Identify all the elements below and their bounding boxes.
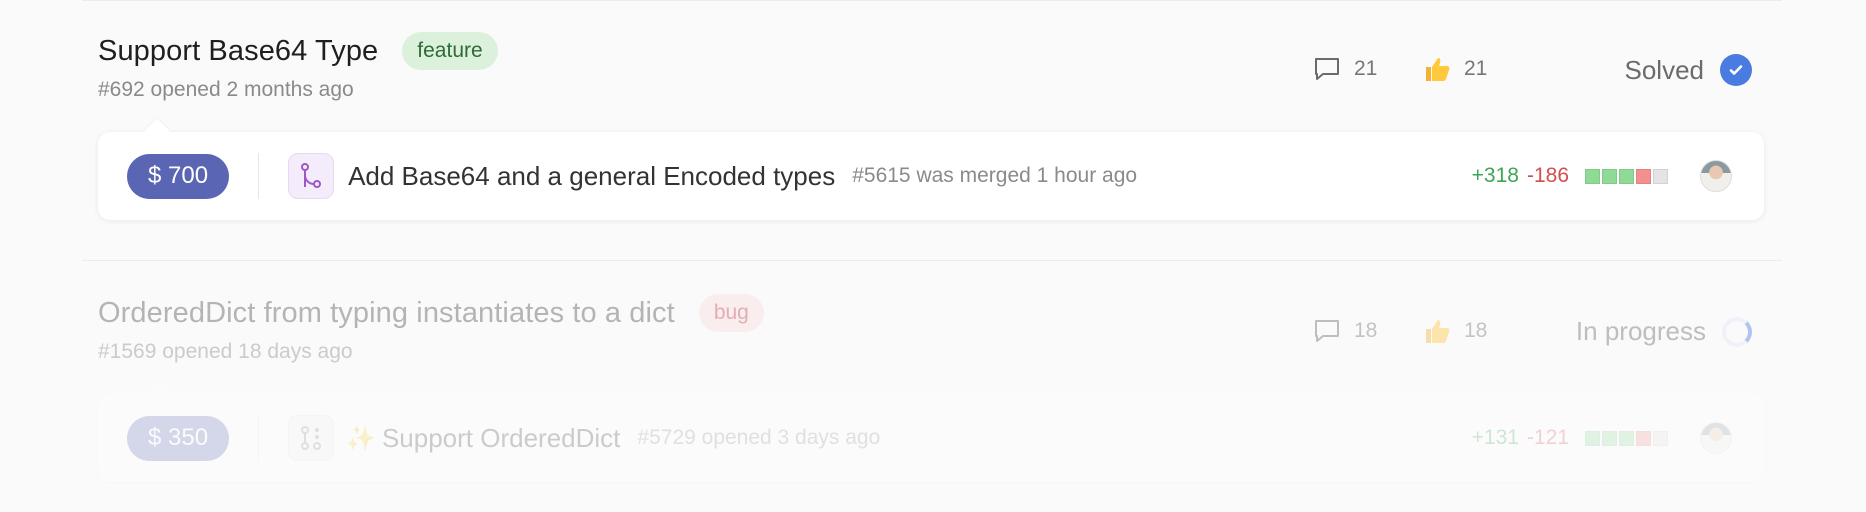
diff-bar [1585,430,1670,446]
deletions-count: -186 [1526,164,1569,187]
speech-bubble-icon [1312,54,1342,84]
status-badge: Solved [1624,54,1752,86]
pull-request-card[interactable]: $ 350 ✨ Support OrderedDict #5729 opened… [98,394,1764,482]
comments-value: 21 [1354,57,1378,80]
vertical-divider [258,415,260,461]
issue-meta: #1569 opened 18 days ago [98,340,353,363]
status-badge: In progress [1576,316,1752,347]
bounty-badge: $ 350 [127,415,230,461]
git-pull-request-icon [288,415,335,461]
issue-title[interactable]: Support Base64 Type [98,35,378,68]
status-text: In progress [1575,316,1706,346]
diff-block-added [1619,168,1634,184]
additions-count: +318 [1471,164,1519,187]
diff-bar [1585,168,1670,184]
speech-bubble-icon [1312,316,1342,346]
additions-count: +131 [1471,426,1519,449]
check-circle-icon [1720,54,1752,86]
reactions-count[interactable]: 18 [1422,316,1487,346]
bounty-badge: $ 700 [127,153,230,199]
reactions-value: 21 [1464,57,1488,80]
comments-count[interactable]: 18 [1312,316,1377,346]
author-avatar[interactable] [1700,422,1732,454]
diff-block-added [1585,430,1600,446]
diff-block-added [1602,430,1617,446]
issue-meta: #692 opened 2 months ago [98,78,354,101]
vertical-divider [258,153,260,199]
diff-block-added [1602,168,1617,184]
pr-meta: #5615 was merged 1 hour ago [852,164,1138,187]
issue-title-row: OrderedDict from typing instantiates to … [98,294,764,332]
top-divider [82,0,1782,1]
pr-meta: #5729 opened 3 days ago [637,426,881,449]
issue-divider [82,260,1782,261]
issue-title-row: Support Base64 Type feature [98,32,498,70]
author-avatar[interactable] [1700,160,1732,192]
pr-diff-summary: +131 -121 [1472,422,1732,454]
sparkle-icon: ✨ [346,424,376,452]
deletions-count: -121 [1526,426,1569,449]
reactions-value: 18 [1464,319,1488,342]
diff-block-neutral [1653,430,1668,446]
issue-title[interactable]: OrderedDict from typing instantiates to … [98,297,675,330]
pr-title[interactable]: Add Base64 and a general Encoded types [348,161,835,192]
comments-value: 18 [1354,319,1378,342]
progress-spinner-icon [1722,316,1752,347]
pull-request-card[interactable]: $ 700 Add Base64 and a general Encoded t… [98,132,1764,220]
thumbs-up-icon [1422,316,1452,346]
diff-block-added [1585,168,1600,184]
diff-block-added [1619,430,1634,446]
diff-block-deleted [1636,430,1651,446]
pr-title[interactable]: Support OrderedDict [382,423,620,454]
feature-label[interactable]: feature [402,32,498,70]
diff-block-deleted [1636,168,1651,184]
diff-block-neutral [1653,168,1668,184]
comments-count[interactable]: 21 [1312,54,1377,84]
status-text: Solved [1624,54,1705,85]
thumbs-up-icon [1422,54,1452,84]
git-merge-icon [288,153,335,199]
bug-label[interactable]: bug [698,294,764,332]
pr-diff-summary: +318 -186 [1472,160,1732,192]
reactions-count[interactable]: 21 [1422,54,1487,84]
